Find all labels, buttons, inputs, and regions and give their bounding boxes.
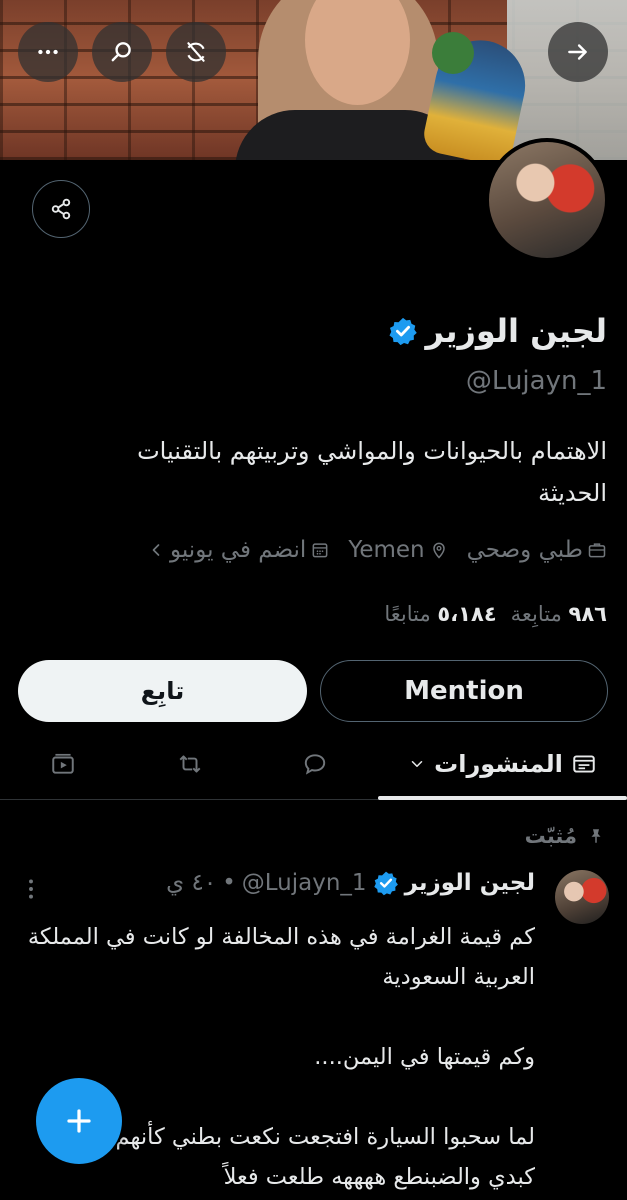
profile-name-row: لجين الوزير bbox=[388, 312, 607, 350]
profile-name: لجين الوزير bbox=[425, 312, 607, 350]
category-text: طبي وصحي bbox=[466, 537, 583, 563]
search-icon bbox=[111, 42, 131, 62]
video-icon bbox=[52, 753, 74, 774]
mention-button[interactable]: Mention bbox=[320, 660, 608, 722]
followers-count-link[interactable]: ٥،١٨٤ متابعًا bbox=[384, 602, 496, 626]
more-vertical-icon bbox=[29, 879, 33, 899]
location-text: Yemen bbox=[348, 537, 425, 563]
repost-off-icon bbox=[187, 42, 205, 62]
posts-icon bbox=[573, 755, 595, 773]
chevron-down-icon bbox=[411, 761, 423, 767]
tab-posts[interactable]: المنشورات bbox=[378, 730, 627, 798]
plus-icon bbox=[67, 1109, 91, 1133]
back-button[interactable] bbox=[548, 22, 608, 82]
pinned-indicator: مُثبّت bbox=[525, 824, 605, 848]
tab-replies[interactable] bbox=[270, 730, 360, 798]
verified-badge-icon[interactable] bbox=[388, 316, 418, 346]
tab-media[interactable] bbox=[18, 730, 108, 798]
followers-label: متابعًا bbox=[384, 602, 431, 626]
verified-badge-icon bbox=[373, 871, 398, 896]
repost-icon bbox=[179, 755, 201, 773]
tweet-author-avatar[interactable] bbox=[555, 870, 609, 924]
tweet-more-button[interactable] bbox=[22, 876, 40, 902]
location-item: Yemen bbox=[348, 537, 448, 563]
joined-text: انضم في يونيو bbox=[169, 537, 307, 563]
tweet-time[interactable]: ٤٠ ي bbox=[166, 870, 216, 896]
following-count-link[interactable]: ٩٨٦ متابِعة bbox=[511, 602, 607, 626]
arrow-right-icon bbox=[568, 44, 587, 60]
profile-handle: @Lujayn_1 bbox=[465, 366, 607, 396]
follow-counts: ٩٨٦ متابِعة ٥،١٨٤ متابعًا bbox=[384, 602, 607, 626]
profile-avatar[interactable] bbox=[485, 138, 609, 262]
tweet-author-name[interactable]: لجين الوزير bbox=[405, 870, 535, 896]
share-icon bbox=[51, 198, 71, 220]
pin-icon bbox=[591, 829, 601, 843]
chevron-left-icon bbox=[152, 544, 160, 556]
follow-button[interactable]: تابِع bbox=[18, 660, 307, 722]
tweet-author-handle: @Lujayn_1 bbox=[241, 870, 367, 896]
share-button[interactable] bbox=[32, 180, 90, 238]
tweet-header: لجين الوزير @Lujayn_1 • ٤٠ ي bbox=[166, 870, 535, 896]
calendar-icon bbox=[312, 543, 328, 558]
profile-meta: طبي وصحي Yemen انضم في يونيو bbox=[146, 537, 607, 563]
tweet-separator: • bbox=[222, 870, 236, 896]
following-count: ٩٨٦ bbox=[568, 602, 607, 626]
category-item: طبي وصحي bbox=[467, 537, 607, 563]
tab-reposts[interactable] bbox=[145, 730, 235, 798]
compose-button[interactable] bbox=[36, 1078, 122, 1164]
joined-item[interactable]: انضم في يونيو bbox=[146, 537, 330, 563]
more-options-button[interactable] bbox=[18, 22, 78, 82]
location-pin-icon bbox=[432, 542, 445, 559]
profile-banner[interactable] bbox=[0, 0, 627, 160]
followers-count: ٥،١٨٤ bbox=[437, 602, 497, 626]
banner-parrot-head bbox=[432, 32, 474, 74]
tab-posts-label: المنشورات bbox=[434, 750, 563, 778]
reply-icon bbox=[304, 754, 326, 775]
briefcase-icon bbox=[588, 543, 606, 558]
profile-tabs: المنشورات bbox=[0, 730, 627, 800]
active-tab-indicator bbox=[378, 796, 627, 800]
pinned-label: مُثبّت bbox=[524, 824, 577, 848]
more-horizontal-icon bbox=[38, 49, 58, 55]
mute-repost-button[interactable] bbox=[166, 22, 226, 82]
following-label: متابِعة bbox=[510, 602, 562, 626]
search-button[interactable] bbox=[92, 22, 152, 82]
profile-bio: الاهتمام بالحيوانات والمواشي وتربيتهم با… bbox=[137, 437, 607, 507]
